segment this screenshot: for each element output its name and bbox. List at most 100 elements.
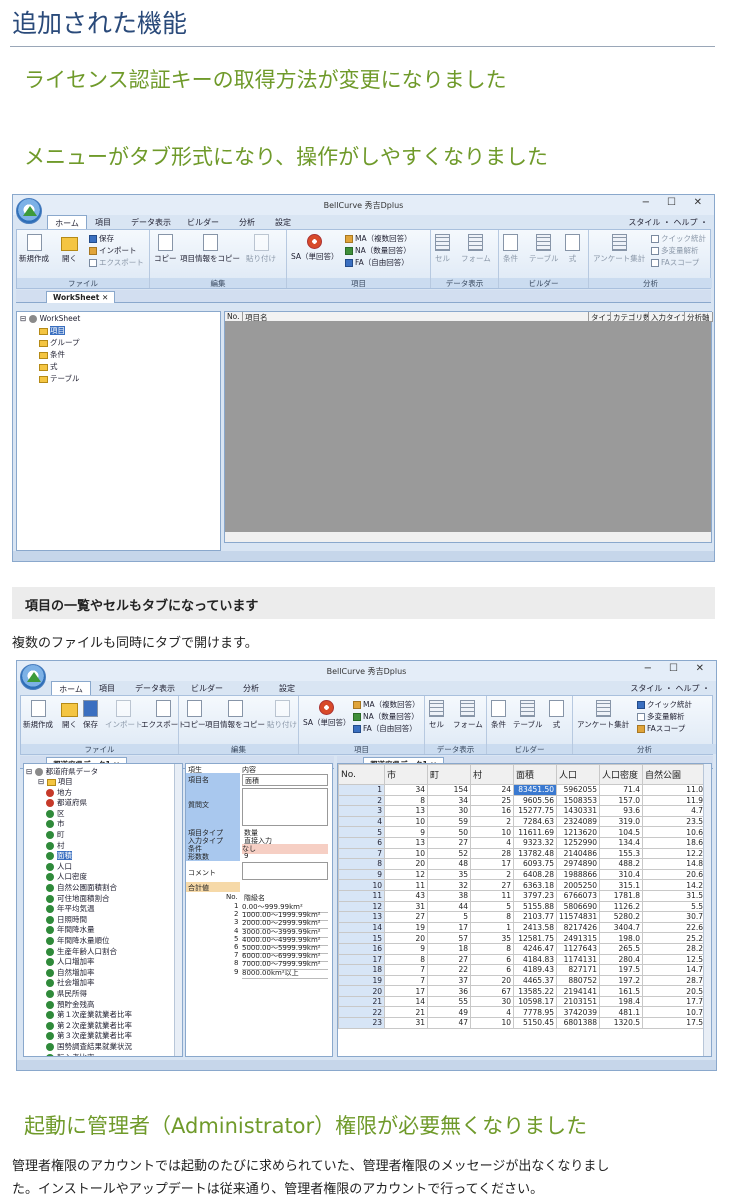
- table-cell[interactable]: 20: [470, 974, 514, 987]
- na-button[interactable]: NA（数量回答）: [345, 245, 411, 256]
- table-cell[interactable]: 1252990: [556, 836, 600, 849]
- table-cell[interactable]: 17: [384, 985, 428, 997]
- table-cell[interactable]: 31: [384, 900, 428, 913]
- table-cell[interactable]: 18.6: [642, 836, 706, 849]
- row-number[interactable]: 12: [338, 900, 385, 913]
- table-cell[interactable]: 5806690: [556, 900, 600, 913]
- table-row[interactable]: 8 20 48 17 6093.75 2974890 488.2 14.8: [338, 858, 706, 870]
- tree-node-table[interactable]: テーブル: [39, 373, 80, 384]
- table-row[interactable]: 20 17 36 67 13585.22 2194141 161.5 20.5: [338, 985, 706, 997]
- table-row[interactable]: 18 7 22 6 4189.43 827171 197.5 14.7: [338, 964, 706, 976]
- table-cell[interactable]: 7: [384, 974, 428, 987]
- table-cell[interactable]: 57: [427, 932, 471, 944]
- table-cell[interactable]: 28: [470, 847, 514, 860]
- table-cell[interactable]: 157.0: [599, 794, 643, 807]
- table-cell[interactable]: 197.2: [599, 974, 643, 987]
- table-cell[interactable]: 27: [470, 879, 514, 891]
- table-cell[interactable]: 2974890: [556, 858, 600, 870]
- import-button[interactable]: インポート: [105, 700, 143, 730]
- table-cell[interactable]: 30: [470, 995, 514, 1008]
- tree-node-condition[interactable]: 条件: [39, 349, 65, 360]
- table-cell[interactable]: 48: [427, 858, 471, 870]
- quick-stats-button[interactable]: クイック統計: [637, 699, 692, 710]
- table-cell[interactable]: 10598.17: [513, 995, 557, 1008]
- table-cell[interactable]: 6801388: [556, 1017, 600, 1029]
- table-cell[interactable]: 10.6: [642, 826, 706, 838]
- table-cell[interactable]: 50: [427, 826, 471, 838]
- row-number[interactable]: 13: [338, 911, 385, 923]
- table-cell[interactable]: 9323.32: [513, 836, 557, 849]
- save-button[interactable]: 保存: [83, 700, 98, 730]
- table-cell[interactable]: 1320.5: [599, 1017, 643, 1029]
- copy-item-button[interactable]: 項目情報をコピー: [205, 700, 265, 730]
- tab-builder[interactable]: ビルダー: [187, 215, 219, 229]
- formula-button[interactable]: 式: [565, 234, 580, 264]
- grid-header-axis[interactable]: 分析軸: [685, 312, 713, 322]
- table-cell[interactable]: 1508353: [556, 794, 600, 807]
- table-cell[interactable]: 481.1: [599, 1006, 643, 1019]
- table-cell[interactable]: 11.0: [642, 784, 706, 796]
- table-cell[interactable]: 265.5: [599, 942, 643, 955]
- table-cell[interactable]: 488.2: [599, 858, 643, 870]
- quick-stats-button[interactable]: クイック統計: [651, 233, 706, 244]
- table-cell[interactable]: 6: [470, 964, 514, 976]
- table-cell[interactable]: 20.6: [642, 868, 706, 881]
- table-cell[interactable]: 31.5: [642, 889, 706, 902]
- table-cell[interactable]: 11.9: [642, 794, 706, 807]
- row-number[interactable]: 2: [338, 794, 385, 807]
- table-cell[interactable]: 27: [384, 911, 428, 923]
- tree-node-items[interactable]: ⊟ 項目: [38, 776, 73, 787]
- table-cell[interactable]: 14.8: [642, 858, 706, 870]
- table-cell[interactable]: 12.2: [642, 847, 706, 860]
- maximize-button[interactable]: ☐: [667, 197, 676, 208]
- table-cell[interactable]: 43: [384, 889, 428, 902]
- table-cell[interactable]: 155.3: [599, 847, 643, 860]
- table-cell[interactable]: 17.7: [642, 995, 706, 1008]
- table-cell[interactable]: 25.2: [642, 932, 706, 944]
- horizontal-scrollbar[interactable]: [225, 532, 711, 542]
- table-button[interactable]: テーブル: [529, 234, 559, 264]
- ma-button[interactable]: MA（複数回答）: [345, 233, 412, 244]
- tree-node-item[interactable]: 区: [46, 808, 65, 819]
- table-cell[interactable]: 22.6: [642, 921, 706, 934]
- data-sheet[interactable]: No. 市町村面積 人口 人口密度 自然公園 1 34 154 24 83451.50 59620…: [337, 763, 712, 1057]
- table-cell[interactable]: 2194141: [556, 985, 600, 997]
- table-cell[interactable]: 30: [427, 805, 471, 817]
- table-cell[interactable]: 47: [427, 1017, 471, 1029]
- table-cell[interactable]: 27: [427, 953, 471, 966]
- table-cell[interactable]: 7778.95: [513, 1006, 557, 1019]
- row-number[interactable]: 4: [338, 815, 385, 828]
- table-cell[interactable]: 2103151: [556, 995, 600, 1008]
- table-cell[interactable]: 59: [427, 815, 471, 828]
- table-cell[interactable]: 4465.37: [513, 974, 557, 987]
- table-cell[interactable]: 20: [384, 858, 428, 870]
- table-cell[interactable]: 4: [470, 836, 514, 849]
- copy-button[interactable]: コピー: [154, 234, 177, 264]
- tree-node-group[interactable]: グループ: [39, 337, 80, 348]
- table-cell[interactable]: 5962055: [556, 784, 600, 796]
- table-row[interactable]: 23 31 47 10 5150.45 6801388 1320.5 17.5: [338, 1017, 706, 1029]
- row-number[interactable]: 7: [338, 847, 385, 860]
- table-row[interactable]: 4 10 59 2 7284.63 2324089 319.0 23.5: [338, 815, 706, 828]
- table-cell[interactable]: 2: [470, 815, 514, 828]
- table-cell[interactable]: 55: [427, 995, 471, 1008]
- table-cell[interactable]: 104.5: [599, 826, 643, 838]
- table-cell[interactable]: 8217426: [556, 921, 600, 934]
- table-cell[interactable]: 14: [384, 995, 428, 1008]
- table-cell[interactable]: 12581.75: [513, 932, 557, 944]
- table-cell[interactable]: 49: [427, 1006, 471, 1019]
- table-row[interactable]: 16 9 18 8 4246.47 1127643 265.5 28.2: [338, 942, 706, 955]
- table-cell[interactable]: 8: [384, 794, 428, 807]
- table-cell[interactable]: 2103.77: [513, 911, 557, 923]
- tree-node-item[interactable]: 年平均気温: [46, 903, 95, 914]
- column-header[interactable]: 村: [470, 764, 514, 785]
- tree-node-item[interactable]: 国勢調査結果就業状況: [46, 1041, 132, 1052]
- tab-home[interactable]: ホーム: [47, 215, 87, 229]
- tree-node-item[interactable]: 日照時間: [46, 914, 87, 925]
- table-cell[interactable]: 28.7: [642, 974, 706, 987]
- table-cell[interactable]: 22: [427, 964, 471, 976]
- row-number[interactable]: 18: [338, 964, 385, 976]
- tree-node-item[interactable]: 年間降水量順位: [46, 935, 110, 946]
- table-cell[interactable]: 30.7: [642, 911, 706, 923]
- table-cell[interactable]: 32: [427, 879, 471, 891]
